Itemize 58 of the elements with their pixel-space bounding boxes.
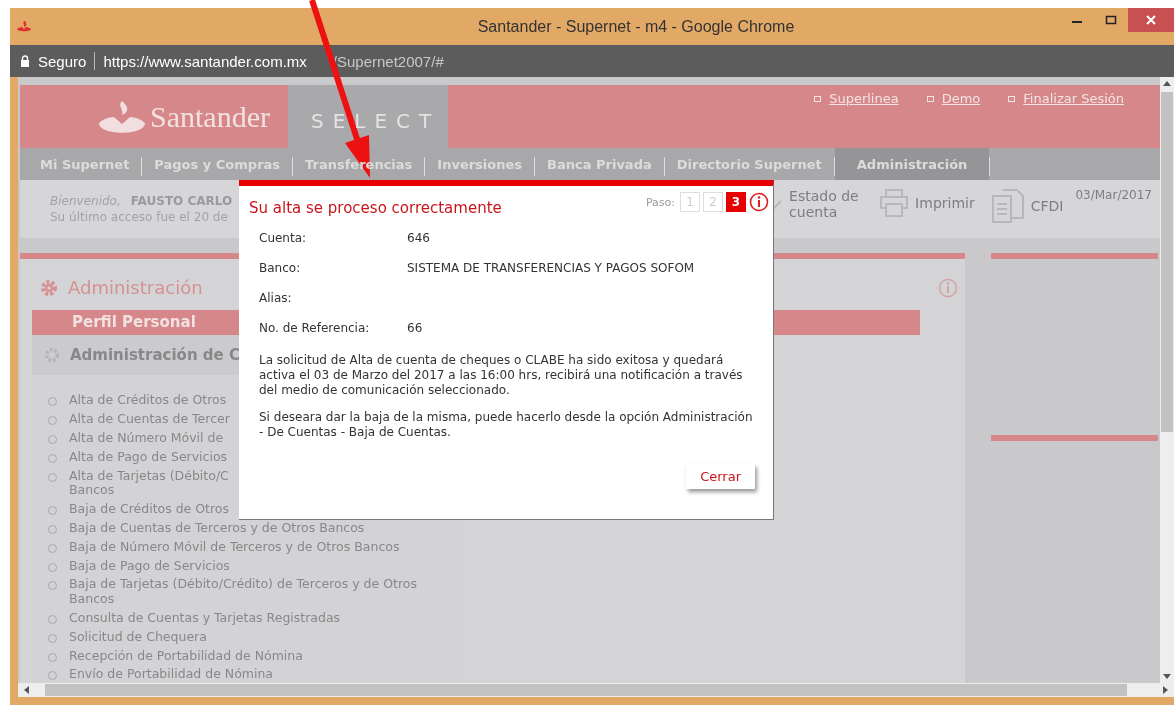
menu-item[interactable]: Alta de Pago de Servicios <box>69 449 228 465</box>
vertical-scrollbar[interactable] <box>1160 77 1174 683</box>
field-value: SISTEMA DE TRANSFERENCIAS Y PAGOS SOFOM <box>407 261 696 277</box>
header-link[interactable]: Finalizar Sesión <box>1008 91 1124 106</box>
user-name: FAUSTO CARLO <box>130 194 233 208</box>
menu-item[interactable]: Baja de Pago de Servicios <box>69 558 230 573</box>
menu-item[interactable]: Alta de Cuentas de Tercer <box>69 411 230 427</box>
security-label: Seguro <box>38 52 87 70</box>
header-link[interactable]: Demo <box>926 91 981 106</box>
menu-item[interactable]: Envío de Portabilidad de Nómina <box>69 667 274 682</box>
date-label: 03/Mar/2017 <box>1075 188 1152 202</box>
menu-item[interactable]: Baja de Tarjetas (Débito/Crédito) de Terceros y de Otros Bancos <box>69 577 417 607</box>
horizontal-scrollbar[interactable] <box>18 683 1174 697</box>
nav-tab[interactable]: Administración <box>834 148 990 180</box>
menu-item[interactable]: Consulta de Cuentas y Tarjetas Registradas <box>69 610 341 626</box>
menu-item[interactable]: Solicitud de Chequera <box>69 629 207 645</box>
close-icon <box>1145 14 1157 26</box>
scroll-right-icon[interactable] <box>1163 686 1168 694</box>
menu-item[interactable]: Alta de Créditos de Otros <box>69 393 227 408</box>
flame-icon <box>98 100 147 133</box>
message-paragraph: La solicitud de Alta de cuenta de cheques o CLABE ha sido exitosa y quedará activa el 03 de Marzo del 2017 a las 16:00 hrs, recibirá una notificación a través del medio de comunicación seleccionado. <box>259 353 744 398</box>
group-title: Administración de C <box>70 346 240 364</box>
gear-icon <box>40 278 58 297</box>
field-label: Cuenta: <box>259 231 308 247</box>
field-label: Alias: <box>259 291 293 307</box>
window-title: Santander - Supernet - m4 - Google Chrome <box>476 17 796 36</box>
scroll-left-icon[interactable] <box>24 686 29 694</box>
scroll-down-icon[interactable] <box>1163 674 1171 679</box>
step-indicator: 3 <box>726 192 746 212</box>
message-paragraph: Si deseara dar la baja de la misma, puede hacerlo desde la opción Administración - De Cuentas - Baja de Cuentas. <box>259 410 754 440</box>
lock-icon <box>20 55 30 67</box>
header-link[interactable]: Superlinea <box>814 91 899 106</box>
step-label: Paso: <box>645 195 675 209</box>
menu-item[interactable]: Recepción de Portabilidad de Nómina <box>69 648 303 663</box>
menu-item[interactable]: Baja de Créditos de Otros <box>69 501 230 517</box>
field-value: 646 <box>407 231 431 247</box>
section-title: Administración <box>68 277 203 298</box>
gear-icon <box>44 347 60 363</box>
tool-button[interactable]: CFDI <box>986 188 1068 224</box>
menu-item[interactable]: Alta de Número Móvil de <box>69 430 224 446</box>
close-dialog-button[interactable]: Cerrar <box>686 464 755 489</box>
dialog-title: Su alta se proceso correctamente <box>249 199 502 217</box>
scroll-up-icon[interactable] <box>1163 81 1171 86</box>
close-button[interactable] <box>1128 8 1174 32</box>
documents-icon <box>990 188 1025 224</box>
info-icon[interactable] <box>749 192 769 212</box>
maximize-icon <box>1105 15 1117 25</box>
field-label: No. de Referencia: <box>259 321 371 337</box>
menu-item[interactable]: Baja de Número Móvil de Terceros y de Otros Bancos <box>69 539 400 555</box>
field-label: Banco: <box>259 261 302 277</box>
menu-item[interactable]: Alta de Tarjetas (Débito/C Bancos <box>69 468 229 498</box>
menu-item[interactable]: Baja de Cuentas de Terceros y de Otros Bancos <box>69 520 365 536</box>
tool-button[interactable]: Imprimir <box>875 188 979 218</box>
flame-icon <box>16 19 32 34</box>
url-field[interactable]: https://www.santander.com.mx /Supernet2007/# <box>103 52 444 70</box>
santander-logo[interactable]: Santander <box>20 85 284 148</box>
field-value: 66 <box>407 321 424 337</box>
printer-icon <box>879 188 910 218</box>
